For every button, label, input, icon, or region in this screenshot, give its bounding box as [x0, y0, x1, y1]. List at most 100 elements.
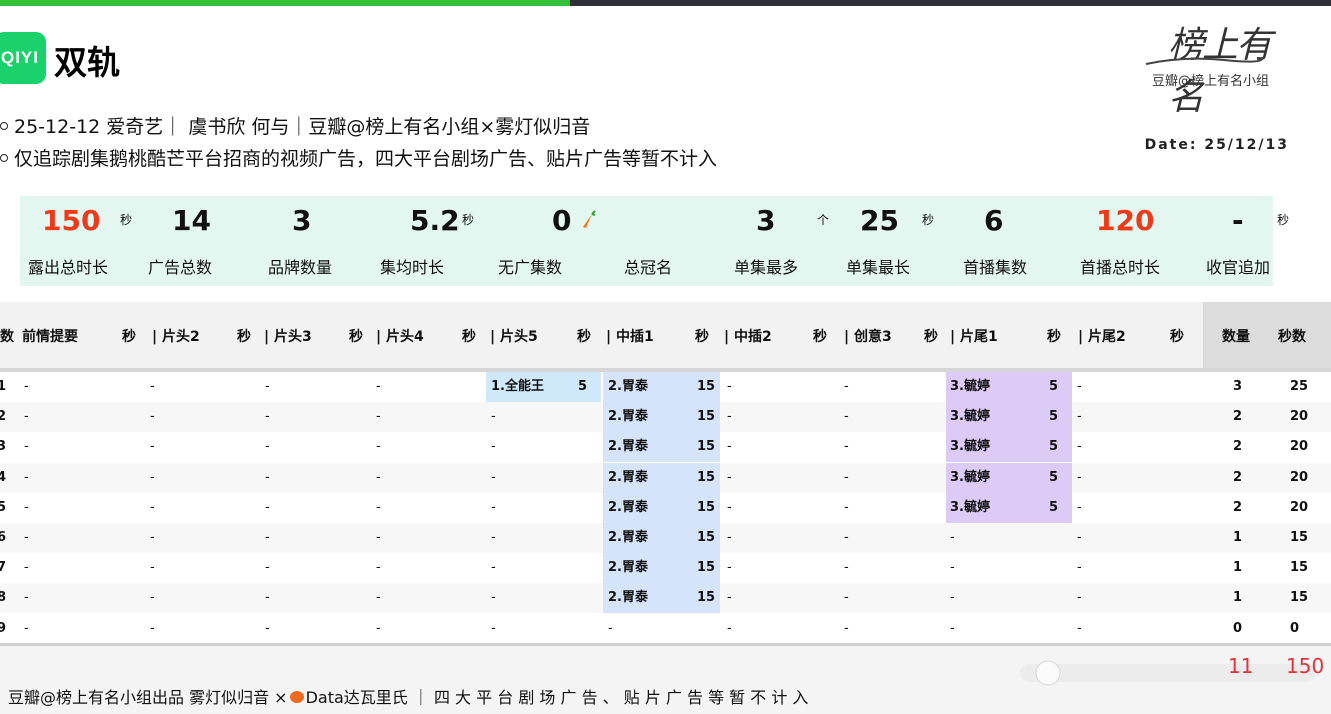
- ad-slot-name: -: [950, 530, 955, 545]
- column-header: | 创意3: [844, 329, 892, 345]
- table-row: 4- - - - -2.胃泰 15- -3.毓婷 5-2 20: [0, 462, 1331, 493]
- ad-slot-name: 3.毓婷: [950, 439, 990, 455]
- ad-slot-name: 1.全能王: [491, 379, 544, 394]
- row-seconds: 0: [1290, 620, 1300, 636]
- progress-fill: [0, 0, 570, 6]
- ad-slot-name: 3.毓婷: [950, 409, 990, 425]
- ad-slot-name: -: [491, 560, 496, 576]
- ad-slot-name: -: [1077, 439, 1082, 455]
- table-row: 3- - - - -2.胃泰 15- -3.毓婷 5-2 20: [0, 432, 1331, 463]
- episode-number: 6: [0, 530, 7, 545]
- stat-label: 集均时长: [380, 258, 445, 277]
- ad-slot-name: -: [608, 620, 613, 636]
- ad-slot-seconds: 15: [697, 530, 716, 545]
- row-seconds: 20: [1290, 409, 1309, 425]
- table-row: 9 - - - - - - - - - - 0 0: [0, 614, 1331, 644]
- ad-slot-name: -: [491, 499, 496, 515]
- ad-slot-seconds: 15: [697, 469, 716, 485]
- total-seconds: 150: [1286, 654, 1325, 678]
- ad-slot-name: -: [24, 560, 29, 576]
- ad-slot-name: -: [376, 499, 381, 515]
- ad-slot-name: -: [150, 379, 155, 394]
- ad-slot-name: -: [265, 590, 270, 606]
- stat-label: 无广集数: [498, 258, 563, 277]
- iqiyi-logo: QIYI: [0, 32, 46, 84]
- ad-slot-name: -: [844, 439, 849, 455]
- ad-slot-seconds: 15: [697, 439, 716, 455]
- ad-slot-seconds: 5: [1049, 439, 1059, 455]
- row-count: 2: [1233, 499, 1243, 515]
- ad-slot-name: -: [376, 530, 381, 545]
- date-label: Date: 25/12/13: [1144, 137, 1289, 153]
- stat-value: 0: [552, 204, 572, 237]
- column-unit: 秒: [237, 329, 251, 345]
- ad-slot-name: -: [727, 439, 732, 455]
- ad-slot-name: -: [844, 560, 849, 576]
- table-row: 2- - - - -2.胃泰 15- -3.毓婷 5-2 20: [0, 402, 1331, 433]
- row-seconds: 15: [1290, 560, 1309, 576]
- ad-slot-name: -: [844, 530, 849, 545]
- episode-number: 1: [0, 379, 7, 394]
- brush-swoosh-icon: [1145, 57, 1263, 65]
- row-seconds: 20: [1290, 499, 1309, 515]
- ad-slot-name: -: [950, 590, 955, 606]
- ad-slot-name: 2.胃泰: [608, 409, 648, 425]
- column-header: | 中插1: [606, 329, 654, 345]
- ad-slot-name: 3.毓婷: [950, 499, 990, 515]
- stat-label: 单集最长: [846, 258, 911, 277]
- ad-slot-name: -: [150, 439, 155, 455]
- column-unit: 秒: [122, 329, 136, 345]
- column-unit: 秒: [924, 329, 938, 345]
- ad-slot-name: -: [24, 620, 29, 636]
- episode-number: 3: [0, 439, 7, 455]
- column-header: | 片头3: [264, 329, 312, 345]
- ad-slot-name: -: [376, 379, 381, 394]
- ad-slot-name: -: [491, 469, 496, 485]
- total-count: 11: [1228, 654, 1254, 678]
- ad-slot-name: -: [844, 469, 849, 485]
- stat-unit: 个: [817, 213, 830, 227]
- table-row: 7- - - - -2.胃泰 15- - - -1 15: [0, 553, 1331, 584]
- scroll-toggle-icon[interactable]: [1018, 658, 1318, 688]
- ad-slot-name: -: [150, 530, 155, 545]
- footer: 豆瓣@榜上有名小组出品 雾灯似归音 × Data达瓦里氏 ｜ 四 大 平 台 剧 …: [0, 646, 1331, 714]
- ad-slot-name: -: [265, 439, 270, 455]
- ad-slot-name: -: [265, 530, 270, 545]
- page-title: 双轨: [54, 43, 120, 82]
- ad-slot-seconds: 15: [697, 379, 716, 394]
- column-unit: 秒: [813, 329, 827, 345]
- brand-caption: 豆瓣@榜上有名小组: [1152, 74, 1270, 89]
- episode-number: 8: [0, 590, 7, 606]
- table-row: 1- - - -1.全能王 5 2.胃泰 15- -3.毓婷 5-3 25: [0, 372, 1331, 402]
- brand-calligraphy: 榜上有名: [1168, 25, 1272, 118]
- ad-slot-seconds: 15: [697, 409, 716, 425]
- column-header: 数量: [1222, 329, 1250, 345]
- stat-unit: 秒: [922, 213, 935, 227]
- ad-slot-name: -: [150, 499, 155, 515]
- ad-slot-name: -: [727, 590, 732, 606]
- ad-slot-name: -: [844, 409, 849, 425]
- column-unit: 秒: [1170, 329, 1184, 345]
- ad-slot-name: -: [265, 620, 270, 636]
- ad-slot-seconds: 15: [697, 560, 716, 576]
- ad-slot-name: -: [727, 379, 732, 394]
- stat-label: 广告总数: [148, 258, 213, 277]
- column-header: 数: [0, 329, 14, 345]
- info-text-1: 25-12-12 爱奇艺｜ 虞书欣 何与｜豆瓣@榜上有名小组×雾灯似归音: [14, 116, 591, 138]
- ad-slot-name: -: [491, 409, 496, 425]
- row-count: 2: [1233, 469, 1243, 485]
- ad-slot-name: 2.胃泰: [608, 530, 648, 545]
- ad-slot-name: -: [24, 530, 29, 545]
- ad-slot-name: -: [727, 469, 732, 485]
- ad-slot-name: -: [150, 590, 155, 606]
- ad-slot-name: -: [376, 469, 381, 485]
- table-header: 数前情提要 秒 | 片头2 秒 | 片头3 秒 | 片头4 秒 | 片头5 秒 | 中插1 秒 | 中插…: [0, 302, 1331, 368]
- stat-value: 3: [756, 204, 776, 237]
- footer-credits: 豆瓣@榜上有名小组出品 雾灯似归音 × Data达瓦里氏 ｜ 四 大 平 台 剧 …: [8, 684, 808, 708]
- row-count: 1: [1233, 560, 1243, 576]
- ad-slot-name: -: [24, 379, 29, 394]
- ad-slot-name: -: [727, 499, 732, 515]
- column-header: | 片头5: [490, 329, 538, 345]
- weibo-icon: [289, 690, 304, 703]
- ad-slot-name: -: [1077, 469, 1082, 485]
